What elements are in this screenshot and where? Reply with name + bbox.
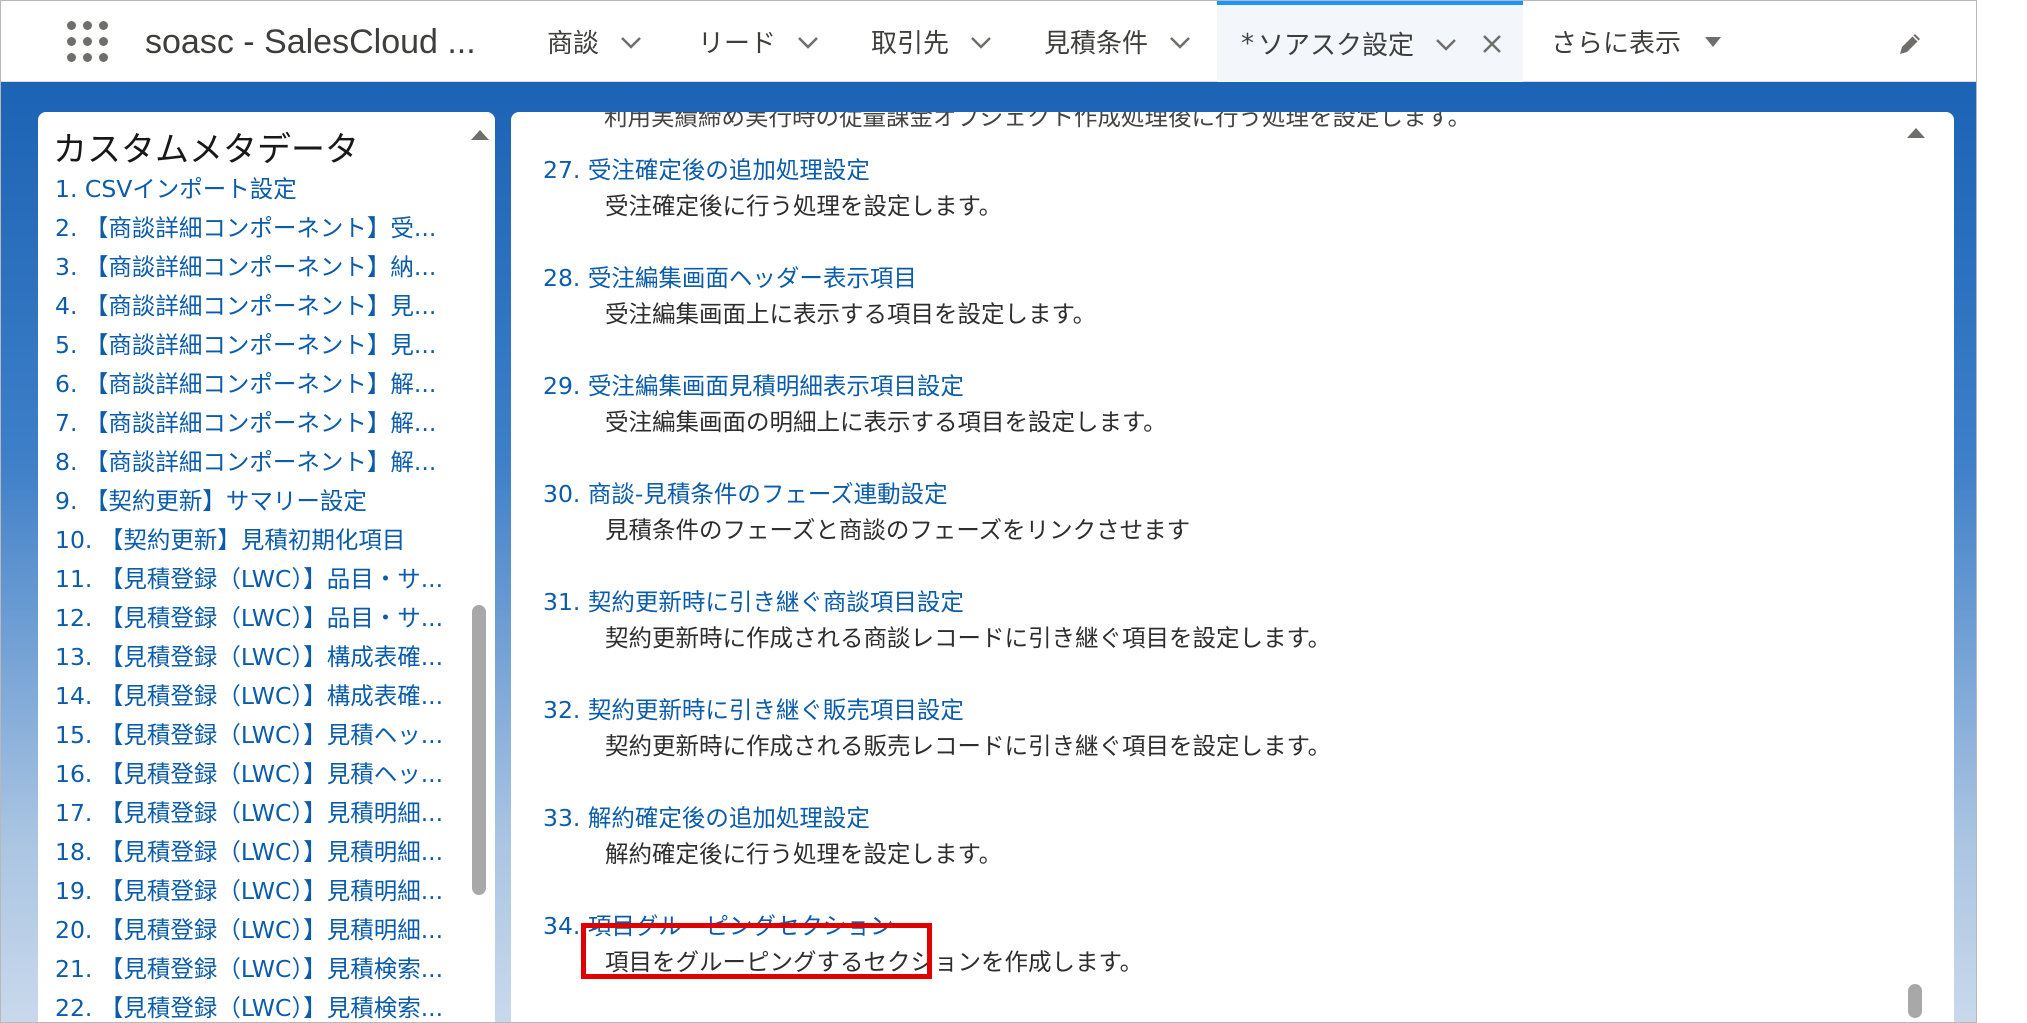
scroll-up-arrow-icon[interactable] bbox=[1907, 128, 1925, 138]
tab-label: 見積条件 bbox=[1044, 29, 1149, 59]
list-item[interactable]: 16. 【見積登録（LWC）】見積ヘッ... bbox=[55, 755, 485, 794]
close-icon[interactable] bbox=[1480, 32, 1504, 56]
list-item[interactable]: 9. 【契約更新】サマリー設定 bbox=[55, 482, 485, 521]
content-area: カスタムメタデータ 1. CSVインポート設定 2. 【商談詳細コンポーネント】… bbox=[1, 82, 1976, 1022]
settings-entry: 28. 受注編集画面ヘッダー表示項目 受注編集画面上に表示する項目を設定します。 bbox=[543, 260, 1923, 332]
list-item[interactable]: 18. 【見積登録（LWC）】見積明細... bbox=[55, 833, 485, 872]
settings-description: 受注確定後に行う処理を設定します。 bbox=[605, 192, 1003, 220]
settings-description: 解約確定後に行う処理を設定します。 bbox=[605, 840, 1003, 868]
cut-off-description: 利用実績締め実行時の従量課金オブジェクト作成処理後に行う処理を設定します。 bbox=[604, 112, 1472, 131]
settings-description: 見積条件のフェーズと商談のフェーズをリンクさせます bbox=[605, 516, 1191, 544]
settings-link[interactable]: 29. 受注編集画面見積明細表示項目設定 bbox=[543, 368, 1923, 404]
pencil-icon[interactable] bbox=[1895, 29, 1925, 59]
settings-entry: 27. 受注確定後の追加処理設定 受注確定後に行う処理を設定します。 bbox=[543, 152, 1923, 224]
settings-description: 受注編集画面の明細上に表示する項目を設定します。 bbox=[605, 408, 1167, 436]
list-item[interactable]: 10. 【契約更新】見積初期化項目 bbox=[55, 521, 485, 560]
list-item[interactable]: 13. 【見積登録（LWC）】構成表確... bbox=[55, 638, 485, 677]
list-item[interactable]: 12. 【見積登録（LWC）】品目・サ... bbox=[55, 599, 485, 638]
list-item[interactable]: 19. 【見積登録（LWC）】見積明細... bbox=[55, 872, 485, 911]
settings-link[interactable]: 27. 受注確定後の追加処理設定 bbox=[543, 152, 1923, 188]
tab-label: リード bbox=[698, 29, 777, 59]
more-tabs-button[interactable]: さらに表示 bbox=[1551, 1, 1725, 82]
chevron-down-icon[interactable] bbox=[1434, 32, 1458, 56]
list-item[interactable]: 17. 【見積登録（LWC）】見積明細... bbox=[55, 794, 485, 833]
tab-lead[interactable]: リード bbox=[698, 1, 820, 82]
app-name: soasc - SalesCloud ... bbox=[145, 23, 476, 61]
settings-description: 受注編集画面上に表示する項目を設定します。 bbox=[605, 300, 1097, 328]
window-frame: soasc - SalesCloud ... 商談 リード 取引先 見積条件 *… bbox=[0, 0, 1977, 1023]
panel-title: カスタムメタデータ bbox=[53, 131, 359, 169]
settings-description: 契約更新時に作成される商談レコードに引き継ぐ項目を設定します。 bbox=[605, 624, 1332, 652]
settings-link[interactable]: 30. 商談-見積条件のフェーズ連動設定 bbox=[543, 476, 1923, 512]
scroll-up-arrow-icon[interactable] bbox=[471, 130, 489, 140]
global-navigation: soasc - SalesCloud ... 商談 リード 取引先 見積条件 *… bbox=[1, 1, 1976, 82]
list-item[interactable]: 15. 【見積登録（LWC）】見積ヘッ... bbox=[55, 716, 485, 755]
settings-link[interactable]: 31. 契約更新時に引き継ぐ商談項目設定 bbox=[543, 584, 1923, 620]
settings-entry: 31. 契約更新時に引き継ぐ商談項目設定 契約更新時に作成される商談レコードに引… bbox=[543, 584, 1923, 656]
tab-label: 商談 bbox=[547, 29, 600, 59]
settings-entry: 30. 商談-見積条件のフェーズ連動設定 見積条件のフェーズと商談のフェーズをリ… bbox=[543, 476, 1923, 548]
caret-down-icon bbox=[1705, 36, 1722, 47]
settings-entry: 29. 受注編集画面見積明細表示項目設定 受注編集画面の明細上に表示する項目を設… bbox=[543, 368, 1923, 440]
scrollbar-thumb[interactable] bbox=[472, 605, 486, 895]
highlight-box bbox=[581, 923, 932, 979]
list-item[interactable]: 21. 【見積登録（LWC）】見積検索... bbox=[55, 950, 485, 989]
tab-label: 取引先 bbox=[871, 29, 950, 59]
list-item[interactable]: 14. 【見積登録（LWC）】構成表確... bbox=[55, 677, 485, 716]
list-item[interactable]: 8. 【商談詳細コンポーネント】解... bbox=[55, 443, 485, 482]
list-item[interactable]: 7. 【商談詳細コンポーネント】解... bbox=[55, 404, 485, 443]
tab-shodan[interactable]: 商談 bbox=[547, 1, 643, 82]
settings-link[interactable]: 33. 解約確定後の追加処理設定 bbox=[543, 800, 1923, 836]
list-item[interactable]: 2. 【商談詳細コンポーネント】受... bbox=[55, 209, 485, 248]
list-item[interactable]: 22. 【見積登録（LWC）】見積検索... bbox=[55, 989, 485, 1022]
list-item[interactable]: 4. 【商談詳細コンポーネント】見... bbox=[55, 287, 485, 326]
settings-link[interactable]: 28. 受注編集画面ヘッダー表示項目 bbox=[543, 260, 1923, 296]
list-item[interactable]: 11. 【見積登録（LWC）】品目・サ... bbox=[55, 560, 485, 599]
chevron-down-icon[interactable] bbox=[1168, 30, 1192, 54]
unsaved-marker: * bbox=[1241, 28, 1254, 59]
list-item[interactable]: 6. 【商談詳細コンポーネント】解... bbox=[55, 365, 485, 404]
list-item[interactable]: 3. 【商談詳細コンポーネント】納... bbox=[55, 248, 485, 287]
tab-label: ソアスク設定 bbox=[1258, 31, 1415, 61]
settings-entry: 32. 契約更新時に引き継ぐ販売項目設定 契約更新時に作成される販売レコードに引… bbox=[543, 692, 1923, 764]
chevron-down-icon[interactable] bbox=[796, 30, 820, 54]
chevron-down-icon[interactable] bbox=[619, 30, 643, 54]
tab-account[interactable]: 取引先 bbox=[871, 1, 993, 82]
settings-entry: 33. 解約確定後の追加処理設定 解約確定後に行う処理を設定します。 bbox=[543, 800, 1923, 872]
list-item[interactable]: 5. 【商談詳細コンポーネント】見... bbox=[55, 326, 485, 365]
chevron-down-icon[interactable] bbox=[969, 30, 993, 54]
list-item[interactable]: 20. 【見積登録（LWC）】見積明細... bbox=[55, 911, 485, 950]
list-item[interactable]: 1. CSVインポート設定 bbox=[55, 170, 485, 209]
custom-metadata-panel: カスタムメタデータ 1. CSVインポート設定 2. 【商談詳細コンポーネント】… bbox=[38, 112, 495, 1022]
tab-quote-condition[interactable]: 見積条件 bbox=[1044, 1, 1192, 82]
settings-description: 契約更新時に作成される販売レコードに引き継ぐ項目を設定します。 bbox=[605, 732, 1332, 760]
more-label: さらに表示 bbox=[1551, 29, 1682, 59]
tab-soasc-settings[interactable]: * ソアスク設定 bbox=[1217, 1, 1523, 82]
settings-detail-panel: 利用実績締め実行時の従量課金オブジェクト作成処理後に行う処理を設定します。 27… bbox=[511, 112, 1954, 1022]
settings-link[interactable]: 32. 契約更新時に引き継ぐ販売項目設定 bbox=[543, 692, 1923, 728]
app-launcher-icon[interactable] bbox=[67, 21, 109, 63]
scrollbar-thumb[interactable] bbox=[1908, 984, 1922, 1018]
metadata-list: 1. CSVインポート設定 2. 【商談詳細コンポーネント】受... 3. 【商… bbox=[55, 170, 485, 1022]
